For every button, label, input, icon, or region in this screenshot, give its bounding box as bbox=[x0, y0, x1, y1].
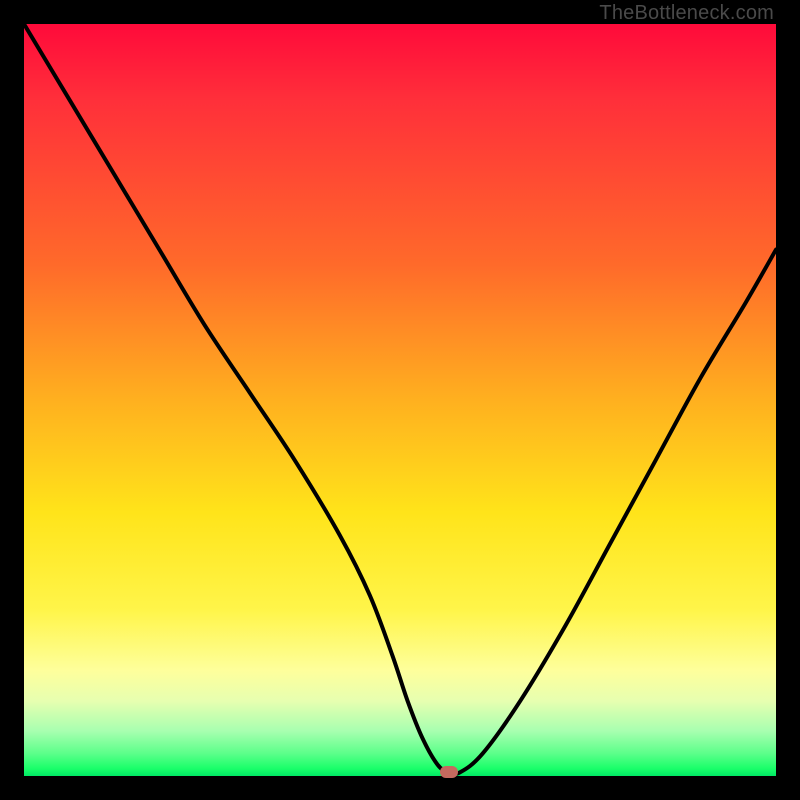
watermark-text: TheBottleneck.com bbox=[599, 2, 774, 25]
plot-area bbox=[24, 24, 776, 776]
chart-frame: TheBottleneck.com bbox=[0, 0, 800, 800]
bottleneck-marker bbox=[440, 766, 458, 778]
curve-path bbox=[24, 24, 776, 774]
bottleneck-curve bbox=[24, 24, 776, 776]
